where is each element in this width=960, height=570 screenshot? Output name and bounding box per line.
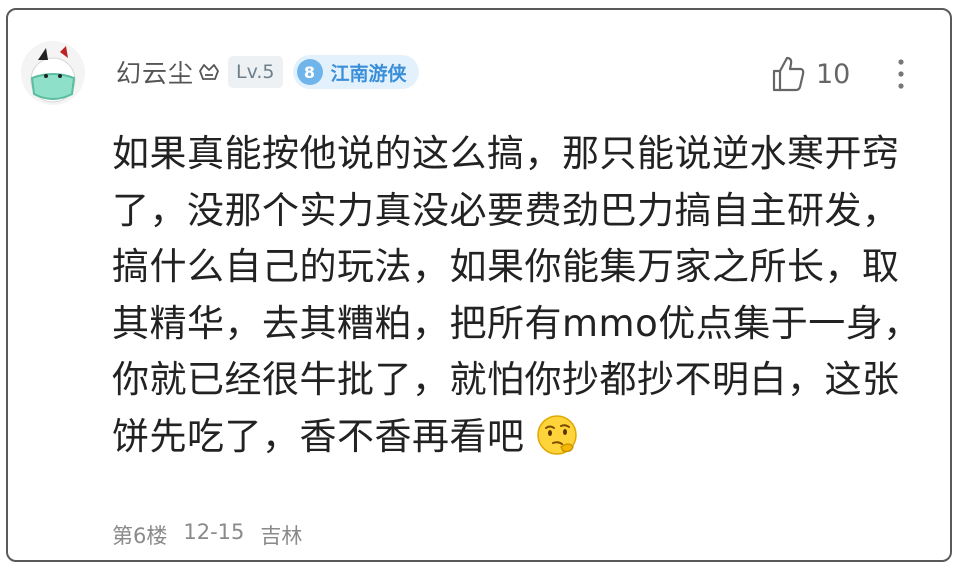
level-badge: Lv.5	[228, 56, 283, 88]
comment-date: 12-15	[183, 520, 245, 544]
floor-number: 第6楼	[112, 524, 168, 548]
comment-location: 吉林	[260, 524, 303, 548]
comment-header: 幻云尘 Lv.5 8 江南游侠	[116, 50, 419, 94]
like-button[interactable]: 10	[770, 54, 850, 94]
vip-badge-icon	[199, 64, 219, 80]
comment-footer: 第6楼 12-15 吉林	[112, 520, 302, 550]
thumbs-up-icon	[772, 56, 805, 92]
honor-title: 江南游侠	[330, 62, 407, 85]
avatar[interactable]	[20, 40, 86, 106]
comment-card: 幻云尘 Lv.5 8 江南游侠 10 如果真能按他说的这么搞，那只能说逆水寒开窍…	[6, 8, 952, 562]
thinking-face-emoji	[536, 414, 577, 455]
honor-number: 8	[296, 59, 323, 85]
comment-text: 如果真能按他说的这么搞，那只能说逆水寒开窍了，没那个实力真没必要费劲巴力搞自主研…	[112, 126, 932, 465]
like-count: 10	[816, 58, 851, 90]
honor-badge[interactable]: 8 江南游侠	[292, 55, 419, 89]
comment-body: 如果真能按他说的这么搞，那只能说逆水寒开窍了，没那个实力真没必要费劲巴力搞自主研…	[112, 132, 921, 458]
more-vertical-icon[interactable]	[888, 54, 914, 94]
username[interactable]: 幻云尘	[116, 54, 194, 90]
